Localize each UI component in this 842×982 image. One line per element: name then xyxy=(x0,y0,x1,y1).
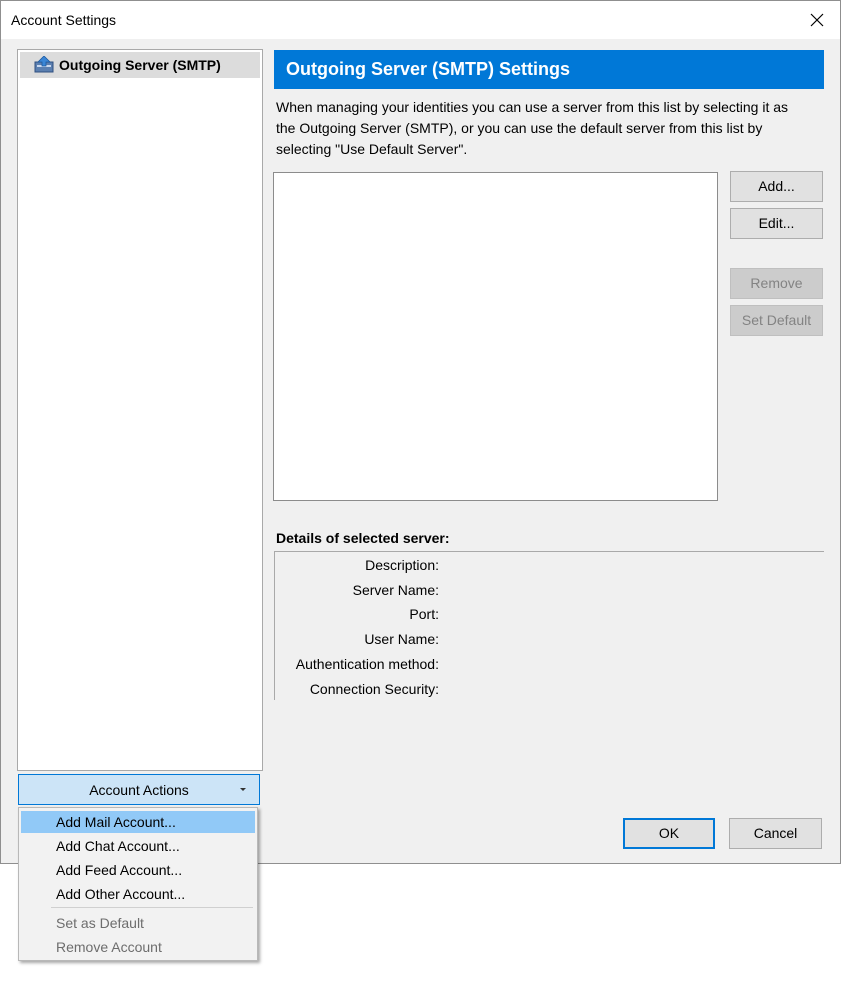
close-icon xyxy=(810,13,824,27)
menu-item-add-mail-account[interactable]: Add Mail Account... xyxy=(21,811,255,833)
set-default-label: Set Default xyxy=(741,312,812,328)
add-server-label: Add... xyxy=(758,178,795,194)
edit-server-button[interactable]: Edit... xyxy=(730,208,823,239)
pane-description: When managing your identities you can us… xyxy=(276,97,826,160)
menu-item-remove-account[interactable]: Remove Account xyxy=(21,936,255,958)
field-server-name-label: Server Name: xyxy=(352,582,439,598)
menu-item-add-feed-account[interactable]: Add Feed Account... xyxy=(21,859,255,881)
menu-separator xyxy=(51,907,253,908)
tree-item-outgoing-server[interactable]: Outgoing Server (SMTP) xyxy=(20,52,260,78)
dropdown-arrow-icon xyxy=(240,788,246,791)
ok-label: OK xyxy=(658,825,680,841)
field-auth-method-label: Authentication method: xyxy=(295,656,439,672)
field-user-name-label: User Name: xyxy=(364,631,439,647)
account-settings-window: Account Settings Outgoing Server (SMTP) … xyxy=(0,0,841,864)
set-default-button[interactable]: Set Default xyxy=(730,305,823,336)
remove-server-button[interactable]: Remove xyxy=(730,268,823,299)
menu-item-label: Add Chat Account... xyxy=(56,838,180,854)
remove-server-label: Remove xyxy=(750,275,803,291)
close-button[interactable] xyxy=(794,1,840,39)
window-title: Account Settings xyxy=(11,12,117,28)
menu-item-add-other-account[interactable]: Add Other Account... xyxy=(21,883,255,905)
title-bar: Account Settings xyxy=(1,1,840,39)
account-tree[interactable]: Outgoing Server (SMTP) xyxy=(17,49,263,771)
description-line: When managing your identities you can us… xyxy=(276,99,789,115)
field-port-label: Port: xyxy=(409,606,439,622)
description-line: the Outgoing Server (SMTP), or you can u… xyxy=(276,120,763,136)
menu-item-label: Remove Account xyxy=(56,939,162,955)
details-title: Details of selected server: xyxy=(276,530,450,546)
tree-item-label: Outgoing Server (SMTP) xyxy=(59,57,221,73)
add-server-button[interactable]: Add... xyxy=(730,171,823,202)
ok-button[interactable]: OK xyxy=(623,818,715,849)
menu-item-label: Set as Default xyxy=(56,915,144,931)
description-line: selecting "Use Default Server". xyxy=(276,141,468,157)
menu-item-label: Add Feed Account... xyxy=(56,862,183,878)
menu-item-label: Add Other Account... xyxy=(56,886,186,902)
smtp-server-list[interactable] xyxy=(273,172,718,501)
edit-server-label: Edit... xyxy=(758,215,795,231)
menu-item-set-as-default[interactable]: Set as Default xyxy=(21,912,255,934)
field-description-label: Description: xyxy=(365,557,439,573)
field-connection-security-label: Connection Security: xyxy=(309,681,439,697)
cancel-label: Cancel xyxy=(753,825,798,841)
menu-item-add-chat-account[interactable]: Add Chat Account... xyxy=(21,835,255,857)
account-actions-label: Account Actions xyxy=(89,782,189,798)
details-box: Description: Server Name: Port: User Nam… xyxy=(274,551,824,700)
server-icon xyxy=(34,56,54,73)
pane-header: Outgoing Server (SMTP) Settings xyxy=(274,50,824,89)
menu-item-label: Add Mail Account... xyxy=(56,814,176,830)
account-actions-button[interactable]: Account Actions xyxy=(18,774,260,805)
cancel-button[interactable]: Cancel xyxy=(729,818,822,849)
account-actions-menu: Add Mail Account... Add Chat Account... … xyxy=(18,807,258,961)
